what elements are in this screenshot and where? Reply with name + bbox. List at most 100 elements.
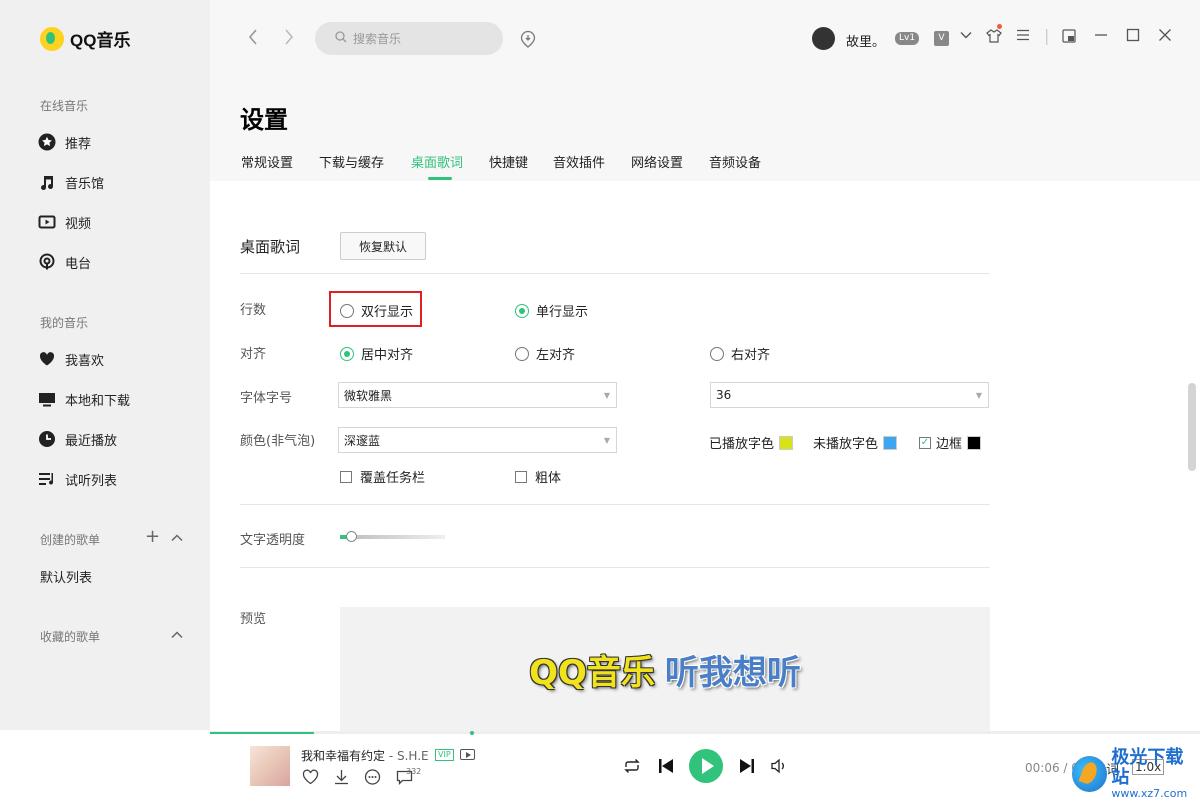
sidebar-item-label: 默认列表	[40, 570, 93, 586]
music-note-icon	[38, 173, 56, 191]
maximize-icon[interactable]	[1126, 28, 1140, 46]
skin-shirt-icon[interactable]	[986, 28, 1002, 48]
sidebar-item-label: 本地和下载	[65, 393, 131, 409]
scrollbar-thumb[interactable]	[1188, 383, 1196, 471]
album-cover[interactable]	[250, 746, 290, 786]
playback-progress[interactable]	[210, 731, 1200, 735]
border-color-swatch[interactable]	[967, 435, 982, 450]
tab-network[interactable]: 网络设置	[631, 152, 683, 171]
mv-icon[interactable]	[460, 749, 475, 760]
tab-download-cache[interactable]: 下载与缓存	[319, 152, 384, 171]
chevron-down-icon[interactable]	[959, 28, 973, 46]
font-family-select[interactable]: 微软雅黑 ▼	[338, 382, 617, 408]
color-scheme-select[interactable]: 深邃蓝 ▼	[338, 427, 617, 453]
tab-hotkeys[interactable]: 快捷键	[489, 152, 528, 171]
progress-handle[interactable]	[470, 731, 474, 735]
close-icon[interactable]	[1158, 28, 1172, 46]
unplayed-color-swatch[interactable]	[883, 435, 898, 450]
cover-taskbar-label: 覆盖任务栏	[360, 471, 426, 486]
download-icon[interactable]	[333, 769, 350, 789]
cover-taskbar-checkbox[interactable]	[340, 470, 352, 483]
next-track-icon[interactable]	[738, 757, 756, 779]
tab-desktop-lyrics[interactable]: 桌面歌词	[411, 152, 463, 171]
star-icon	[38, 133, 56, 151]
sidebar-item-default-list[interactable]: 默认列表	[40, 566, 92, 586]
sidebar-item-radio[interactable]: 电台	[38, 252, 91, 272]
player-bar: 我和幸福有约定 - S.H.E VIP 332 00:06 / 01:00 词 …	[210, 731, 1200, 800]
previous-track-icon[interactable]	[657, 757, 675, 779]
played-color-swatch[interactable]	[779, 435, 794, 450]
collapse-collected-icon[interactable]	[170, 628, 184, 644]
listen-recognize-icon[interactable]	[520, 29, 536, 53]
song-info[interactable]: 我和幸福有约定 - S.H.E	[301, 747, 429, 764]
more-icon[interactable]	[364, 769, 381, 789]
artist-name[interactable]: - S.H.E	[389, 749, 429, 763]
slider-knob[interactable]	[346, 531, 357, 542]
preview-label: 预览	[240, 612, 267, 627]
font-size-select[interactable]: 36 ▼	[710, 382, 989, 408]
opacity-slider[interactable]	[340, 531, 445, 542]
like-heart-icon[interactable]	[302, 769, 319, 789]
section-title-online: 在线音乐	[40, 99, 89, 113]
play-button[interactable]	[689, 749, 723, 783]
sidebar-item-music-hall[interactable]: 音乐馆	[38, 172, 104, 192]
main-menu-icon[interactable]	[1016, 28, 1030, 46]
add-playlist-icon[interactable]: +	[145, 528, 160, 546]
reset-default-button[interactable]: 恢复默认	[340, 232, 426, 260]
sidebar-item-label: 音乐馆	[65, 176, 105, 192]
divider	[240, 567, 990, 568]
song-title[interactable]: 我和幸福有约定	[301, 749, 385, 763]
preview-played-text: QQ音乐	[529, 652, 655, 693]
tab-sound-plugins[interactable]: 音效插件	[553, 152, 605, 171]
sidebar-item-trial-list[interactable]: 试听列表	[38, 469, 117, 489]
sidebar-item-local-downloads[interactable]: 本地和下载	[38, 389, 130, 409]
sidebar-item-recommend[interactable]: 推荐	[38, 132, 91, 152]
color-label: 颜色(非气泡)	[240, 434, 316, 449]
app-logo[interactable]: QQ音乐	[40, 26, 130, 51]
search-input[interactable]	[353, 31, 483, 46]
sidebar-item-video[interactable]: 视频	[38, 212, 91, 232]
align-label: 对齐	[240, 347, 267, 362]
section-title: 桌面歌词	[240, 238, 301, 256]
radio-single-line[interactable]: 单行显示	[515, 301, 588, 320]
forward-icon[interactable]	[282, 27, 296, 52]
notification-dot	[997, 24, 1002, 29]
played-color-picker[interactable]: 已播放字色	[709, 433, 794, 452]
tab-audio-device[interactable]: 音频设备	[709, 152, 761, 171]
mini-mode-icon[interactable]	[1061, 28, 1077, 48]
divider: |	[1044, 26, 1050, 45]
watermark-title: 极光下载站	[1111, 747, 1184, 788]
radio-circle-checked	[515, 303, 529, 318]
search-box[interactable]	[315, 22, 503, 55]
sidebar-item-favorites[interactable]: 我喜欢	[38, 349, 104, 369]
bold-option[interactable]: 粗体	[515, 467, 561, 486]
radio-align-right[interactable]: 右对齐	[710, 344, 770, 363]
loop-mode-icon[interactable]	[623, 758, 641, 778]
section-title-mymusic: 我的音乐	[40, 316, 89, 330]
vip-badge[interactable]: V	[934, 31, 949, 46]
select-value: 36	[716, 388, 732, 402]
comment-count: 332	[406, 767, 422, 776]
back-icon[interactable]	[246, 27, 260, 52]
vip-tag: VIP	[435, 749, 454, 761]
section-title-collected: 收藏的歌单	[40, 630, 101, 644]
tab-general[interactable]: 常规设置	[241, 152, 293, 171]
sidebar-item-recent[interactable]: 最近播放	[38, 429, 117, 449]
unplayed-color-picker[interactable]: 未播放字色	[813, 433, 898, 452]
app-window: QQ音乐 在线音乐 推荐 音乐馆 视频 电台 我的音乐 我喜欢 本地和下载 最近…	[0, 0, 1200, 800]
minimize-icon[interactable]	[1094, 28, 1108, 46]
bold-checkbox[interactable]	[515, 470, 527, 483]
collapse-created-icon[interactable]	[170, 531, 184, 547]
radio-align-left[interactable]: 左对齐	[515, 344, 575, 363]
cover-taskbar-option[interactable]: 覆盖任务栏	[340, 467, 425, 486]
radio-label: 右对齐	[731, 348, 771, 363]
border-checkbox[interactable]: ✓	[919, 436, 931, 449]
highlight-box	[329, 291, 422, 327]
level-badge[interactable]: Lv1	[895, 32, 920, 45]
radio-align-center[interactable]: 居中对齐	[340, 344, 413, 363]
border-option[interactable]: ✓ 边框	[919, 433, 982, 452]
page-title: 设置	[240, 106, 288, 134]
avatar[interactable]	[812, 27, 835, 50]
username[interactable]: 故里。	[846, 31, 885, 50]
volume-icon[interactable]	[770, 758, 788, 778]
